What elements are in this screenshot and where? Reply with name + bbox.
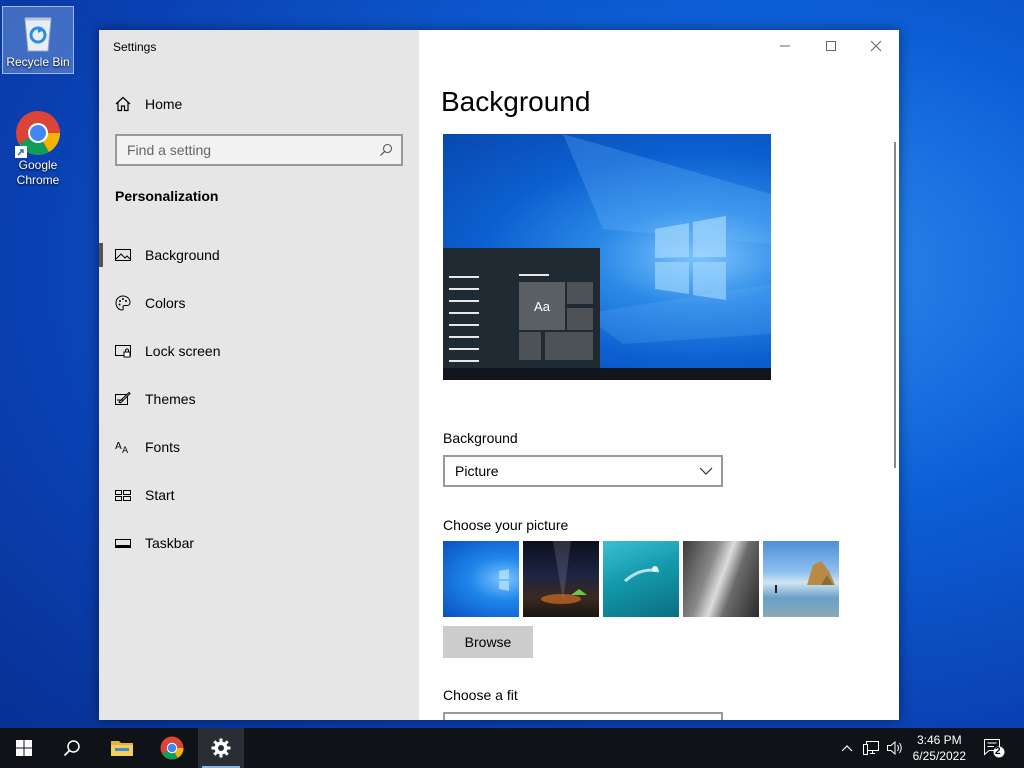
chrome-taskbar-button[interactable] xyxy=(148,728,196,768)
sidebar-item-taskbar[interactable]: Taskbar xyxy=(99,531,419,555)
fonts-icon: A A xyxy=(115,441,129,455)
desktop-icon-google-chrome[interactable]: Google Chrome xyxy=(2,106,74,188)
close-icon xyxy=(870,40,882,52)
notification-count-badge: 2 xyxy=(995,746,1001,757)
content-pane: Background Aa Background Picture Choose … xyxy=(419,30,899,720)
chevron-down-icon xyxy=(699,467,713,475)
notification-icon xyxy=(984,739,1005,758)
start-icon xyxy=(115,490,131,501)
sidebar-item-label: Start xyxy=(145,487,175,503)
sidebar-item-lock-screen[interactable]: Lock screen xyxy=(99,339,419,363)
background-preview: Aa xyxy=(443,134,771,380)
window-title: Settings xyxy=(113,40,157,54)
volume-icon xyxy=(887,740,902,756)
choose-fit-dropdown[interactable] xyxy=(443,712,723,720)
chevron-up-icon xyxy=(841,745,853,752)
preview-taskbar xyxy=(443,368,771,380)
sidebar-item-fonts[interactable]: A A Fonts xyxy=(99,435,419,459)
file-explorer-button[interactable] xyxy=(98,728,146,768)
taskbar-icon xyxy=(115,539,131,548)
choose-picture-label: Choose your picture xyxy=(443,517,569,533)
minimize-icon xyxy=(780,45,790,47)
chrome-icon xyxy=(15,110,61,158)
svg-text:A: A xyxy=(122,446,129,455)
volume-button[interactable] xyxy=(884,728,906,768)
dropdown-value: Picture xyxy=(455,463,499,479)
picture-thumb-underwater[interactable] xyxy=(603,541,679,617)
taskbar: 3:46 PM 6/25/2022 2 xyxy=(0,728,1024,768)
shortcut-arrow-icon xyxy=(15,146,27,158)
section-title: Personalization xyxy=(115,188,219,204)
search-input[interactable]: Find a setting xyxy=(115,134,403,166)
home-label: Home xyxy=(145,96,183,112)
desktop-icon-label: Recycle Bin xyxy=(6,55,70,69)
scrollbar[interactable] xyxy=(894,142,896,468)
recycle-bin-icon xyxy=(18,11,58,53)
sidebar-item-colors[interactable]: Colors xyxy=(99,291,419,315)
sidebar-item-themes[interactable]: Themes xyxy=(99,387,419,411)
choose-fit-label: Choose a fit xyxy=(443,687,518,703)
close-button[interactable] xyxy=(853,30,899,62)
search-icon xyxy=(380,143,393,156)
sidebar-item-home[interactable]: Home xyxy=(115,94,182,114)
picture-thumb-beach[interactable] xyxy=(763,541,839,617)
file-explorer-icon xyxy=(111,741,133,756)
svg-text:A: A xyxy=(115,441,122,452)
show-hidden-icons-button[interactable] xyxy=(838,728,856,768)
settings-taskbar-button[interactable] xyxy=(198,728,244,768)
network-button[interactable] xyxy=(860,728,882,768)
picture-thumb-night-sky[interactable] xyxy=(523,541,599,617)
settings-window: Settings Home Find a setting Personaliza… xyxy=(99,30,899,720)
search-icon xyxy=(63,740,80,757)
preview-sample-tile: Aa xyxy=(519,282,565,330)
maximize-icon xyxy=(826,41,836,51)
sidebar-item-label: Lock screen xyxy=(145,343,221,359)
picture-icon xyxy=(115,249,131,261)
network-icon xyxy=(863,741,879,755)
browse-button[interactable]: Browse xyxy=(443,626,533,658)
chrome-icon xyxy=(160,736,184,760)
sidebar-item-label: Themes xyxy=(145,391,196,407)
clock-time: 3:46 PM xyxy=(916,733,962,747)
action-center-button[interactable]: 2 xyxy=(978,728,1010,768)
clock-date: 6/25/2022 xyxy=(912,749,966,763)
themes-icon xyxy=(115,391,131,405)
start-icon xyxy=(16,740,32,756)
picture-thumb-windows-blue[interactable] xyxy=(443,541,519,617)
home-icon xyxy=(115,96,131,112)
lock-screen-icon xyxy=(115,345,131,358)
sidebar-item-label: Taskbar xyxy=(145,535,195,551)
desktop-icon-label: Google Chrome xyxy=(16,158,60,187)
sidebar-item-label: Fonts xyxy=(145,439,181,455)
minimize-button[interactable] xyxy=(762,30,808,62)
settings-icon xyxy=(211,738,231,758)
picture-thumb-rock-cliff[interactable] xyxy=(683,541,759,617)
start-button[interactable] xyxy=(0,728,48,768)
sidebar-item-label: Background xyxy=(145,247,220,263)
desktop-icon-recycle-bin[interactable]: Recycle Bin xyxy=(2,6,74,74)
background-label: Background xyxy=(443,430,518,446)
sidebar: Settings Home Find a setting Personaliza… xyxy=(99,30,419,720)
search-placeholder: Find a setting xyxy=(127,142,212,158)
sidebar-item-start[interactable]: Start xyxy=(99,483,419,507)
search-button[interactable] xyxy=(48,728,96,768)
background-type-dropdown[interactable]: Picture xyxy=(443,455,723,487)
sidebar-item-background[interactable]: Background xyxy=(99,243,419,267)
sidebar-item-label: Colors xyxy=(145,295,186,311)
maximize-button[interactable] xyxy=(808,30,854,62)
clock[interactable]: 3:46 PM 6/25/2022 xyxy=(913,732,966,764)
palette-icon xyxy=(115,295,131,311)
page-title: Background xyxy=(441,86,591,117)
